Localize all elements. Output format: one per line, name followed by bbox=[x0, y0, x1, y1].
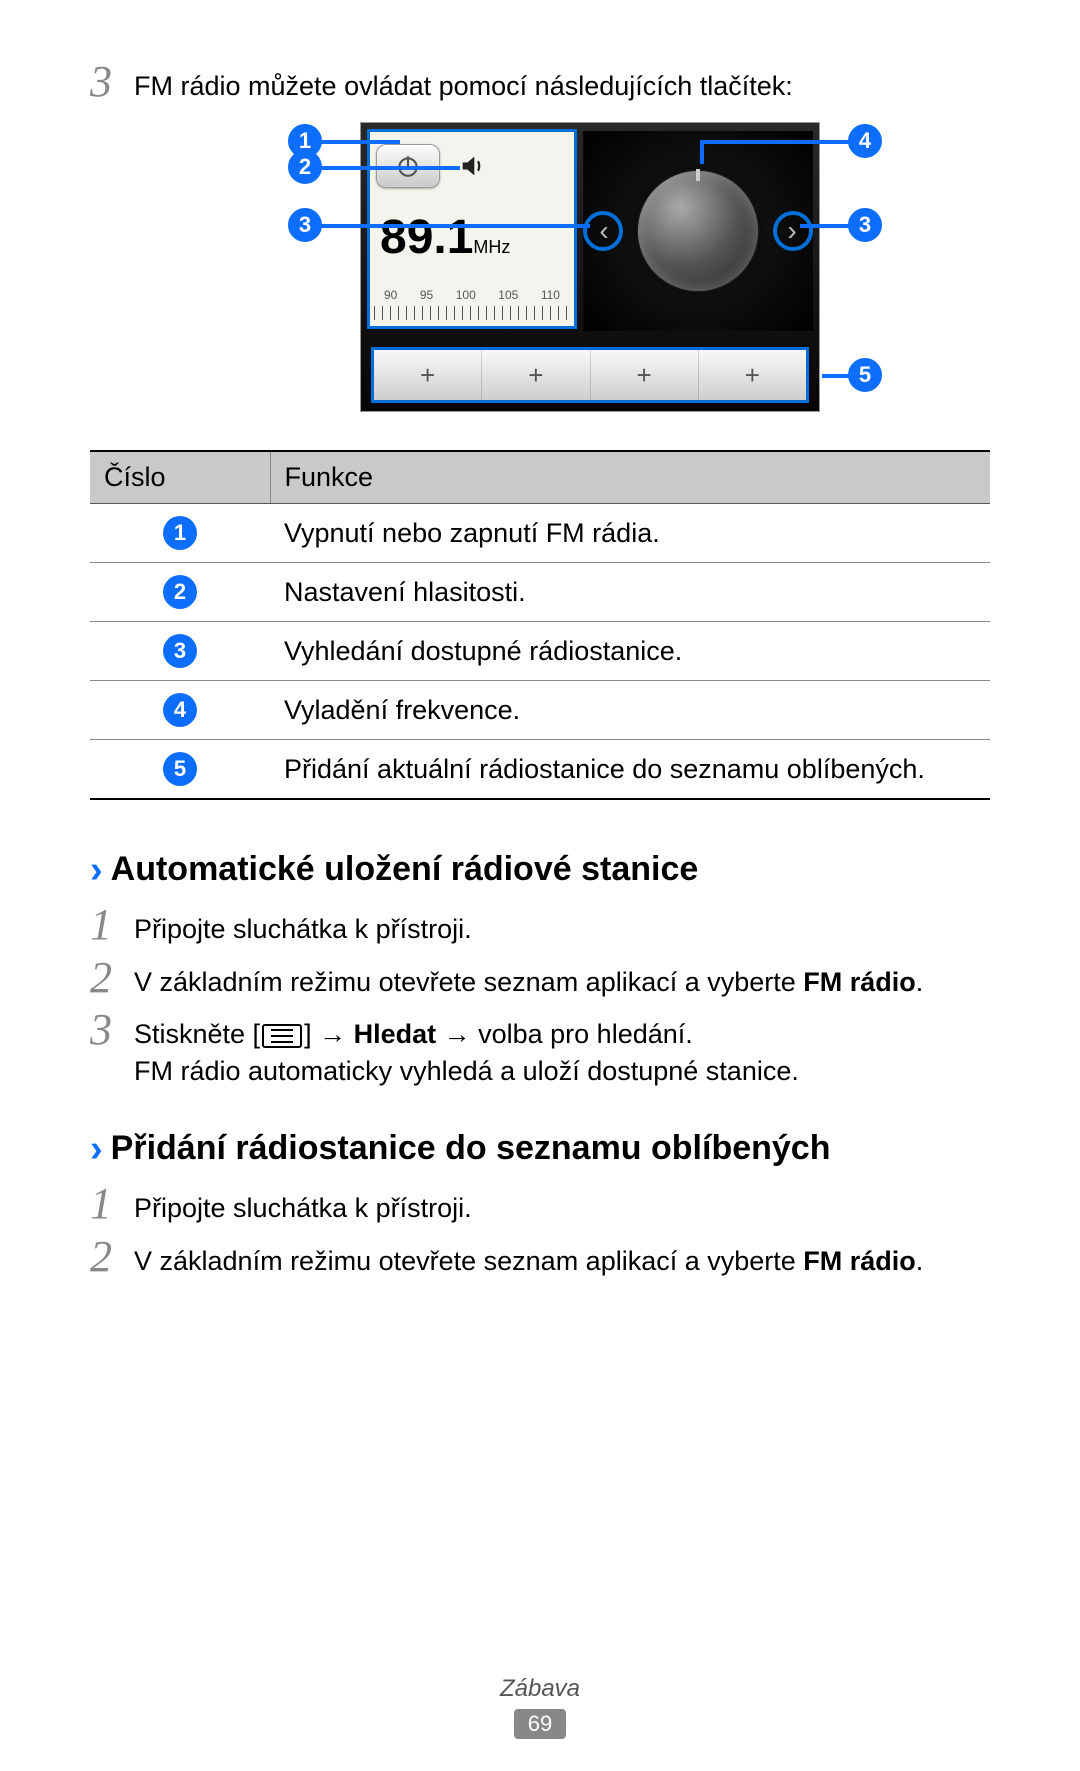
step-text: Stiskněte [ ] → Hledat → volba pro hledán… bbox=[134, 1008, 990, 1089]
col-function-header: Funkce bbox=[270, 451, 990, 504]
row-func: Vyhledání dostupné rádiostanice. bbox=[270, 622, 990, 681]
step-number: 1 bbox=[90, 903, 134, 947]
step-text: Připojte sluchátka k přístroji. bbox=[134, 1182, 990, 1226]
preset-slot[interactable]: + bbox=[374, 350, 482, 400]
text: V základním režimu otevřete seznam aplik… bbox=[134, 967, 803, 997]
ruler-tick: 105 bbox=[498, 288, 518, 302]
callout-3-right: 3 bbox=[848, 208, 882, 242]
step-text: FM rádio můžete ovládat pomocí následují… bbox=[134, 60, 990, 104]
step-text: V základním režimu otevřete seznam aplik… bbox=[134, 956, 990, 1000]
table-row: 5 Přidání aktuální rádiostanice do seznam… bbox=[90, 740, 990, 800]
row-badge: 5 bbox=[163, 752, 197, 786]
frequency-value: 89.1 bbox=[380, 211, 473, 264]
text: → volba pro hledání. bbox=[436, 1019, 693, 1049]
frequency-unit: MHz bbox=[473, 237, 510, 257]
step-text: V základním režimu otevřete seznam aplik… bbox=[134, 1235, 990, 1279]
row-badge: 1 bbox=[163, 516, 197, 550]
row-badge: 4 bbox=[163, 693, 197, 727]
step-number: 3 bbox=[90, 1008, 134, 1052]
page-number: 69 bbox=[514, 1709, 566, 1739]
action-name: Hledat bbox=[354, 1019, 437, 1049]
speaker-icon bbox=[458, 152, 486, 180]
heading-add-favorite: › Přidání rádiostanice do seznamu oblíbe… bbox=[90, 1129, 990, 1168]
preset-slot[interactable]: + bbox=[482, 350, 590, 400]
text: . bbox=[916, 1246, 924, 1276]
row-badge: 3 bbox=[163, 634, 197, 668]
heading-text: Automatické uložení rádiové stanice bbox=[111, 850, 699, 889]
heading-auto-save: › Automatické uložení rádiové stanice bbox=[90, 850, 990, 889]
sect2-step1: 1 Připojte sluchátka k přístroji. bbox=[90, 1182, 990, 1226]
frequency-ruler: 90 95 100 105 110 bbox=[374, 278, 570, 320]
chevron-right-icon: › bbox=[90, 1130, 103, 1168]
frequency-readout: 89.1MHz bbox=[380, 210, 564, 265]
step-number: 1 bbox=[90, 1182, 134, 1226]
step-number: 3 bbox=[90, 60, 134, 104]
table-row: 1 Vypnutí nebo zapnutí FM rádia. bbox=[90, 504, 990, 563]
app-name: FM rádio bbox=[803, 1246, 916, 1276]
app-name: FM rádio bbox=[803, 967, 916, 997]
radio-display: 89.1MHz 90 95 100 105 110 bbox=[367, 129, 577, 329]
text: Stiskněte [ bbox=[134, 1019, 260, 1049]
sect1-step3: 3 Stiskněte [ ] → Hledat → volba pro hled… bbox=[90, 1008, 990, 1089]
seek-right-button[interactable]: › bbox=[777, 211, 807, 251]
sect1-step2: 2 V základním režimu otevřete seznam apl… bbox=[90, 956, 990, 1000]
sect2-step2: 2 V základním režimu otevřete seznam apl… bbox=[90, 1235, 990, 1279]
ruler-tick: 95 bbox=[420, 288, 433, 302]
table-row: 2 Nastavení hlasitosti. bbox=[90, 563, 990, 622]
ruler-tick: 110 bbox=[541, 288, 560, 302]
row-func: Vyladění frekvence. bbox=[270, 681, 990, 740]
page-footer: Zábava 69 bbox=[0, 1675, 1080, 1739]
row-func: Nastavení hlasitosti. bbox=[270, 563, 990, 622]
ruler-tick: 100 bbox=[456, 288, 476, 302]
table-row: 4 Vyladění frekvence. bbox=[90, 681, 990, 740]
text: ] → bbox=[304, 1019, 354, 1049]
step-text: Připojte sluchátka k přístroji. bbox=[134, 903, 990, 947]
heading-text: Přidání rádiostanice do seznamu oblíbený… bbox=[111, 1129, 831, 1168]
text: . bbox=[916, 967, 924, 997]
function-table: Číslo Funkce 1 Vypnutí nebo zapnutí FM rá… bbox=[90, 450, 990, 800]
ruler-tick: 90 bbox=[384, 288, 397, 302]
fm-radio-diagram: 89.1MHz 90 95 100 105 110 ‹ › + + + + bbox=[260, 116, 820, 426]
callout-3-left: 3 bbox=[288, 208, 322, 242]
row-badge: 2 bbox=[163, 575, 197, 609]
callout-4: 4 bbox=[848, 124, 882, 158]
seek-left-button[interactable]: ‹ bbox=[589, 211, 619, 251]
table-row: 3 Vyhledání dostupné rádiostanice. bbox=[90, 622, 990, 681]
text: FM rádio automaticky vyhledá a uloží dos… bbox=[134, 1056, 799, 1086]
callout-5: 5 bbox=[848, 358, 882, 392]
tuning-dial[interactable] bbox=[638, 171, 758, 291]
text: V základním režimu otevřete seznam aplik… bbox=[134, 1246, 803, 1276]
menu-icon bbox=[262, 1024, 302, 1048]
step-3-control-buttons: 3 FM rádio můžete ovládat pomocí následu… bbox=[90, 60, 990, 104]
row-func: Přidání aktuální rádiostanice do seznamu… bbox=[270, 740, 990, 800]
preset-slot[interactable]: + bbox=[591, 350, 699, 400]
sect1-step1: 1 Připojte sluchátka k přístroji. bbox=[90, 903, 990, 947]
preset-bar[interactable]: + + + + bbox=[371, 347, 809, 403]
step-number: 2 bbox=[90, 956, 134, 1000]
callout-2: 2 bbox=[288, 150, 322, 184]
col-number-header: Číslo bbox=[90, 451, 270, 504]
chevron-right-icon: › bbox=[90, 851, 103, 889]
footer-section: Zábava bbox=[0, 1675, 1080, 1703]
step-number: 2 bbox=[90, 1235, 134, 1279]
tuning-area: ‹ › bbox=[583, 131, 813, 331]
row-func: Vypnutí nebo zapnutí FM rádia. bbox=[270, 504, 990, 563]
preset-slot[interactable]: + bbox=[699, 350, 806, 400]
